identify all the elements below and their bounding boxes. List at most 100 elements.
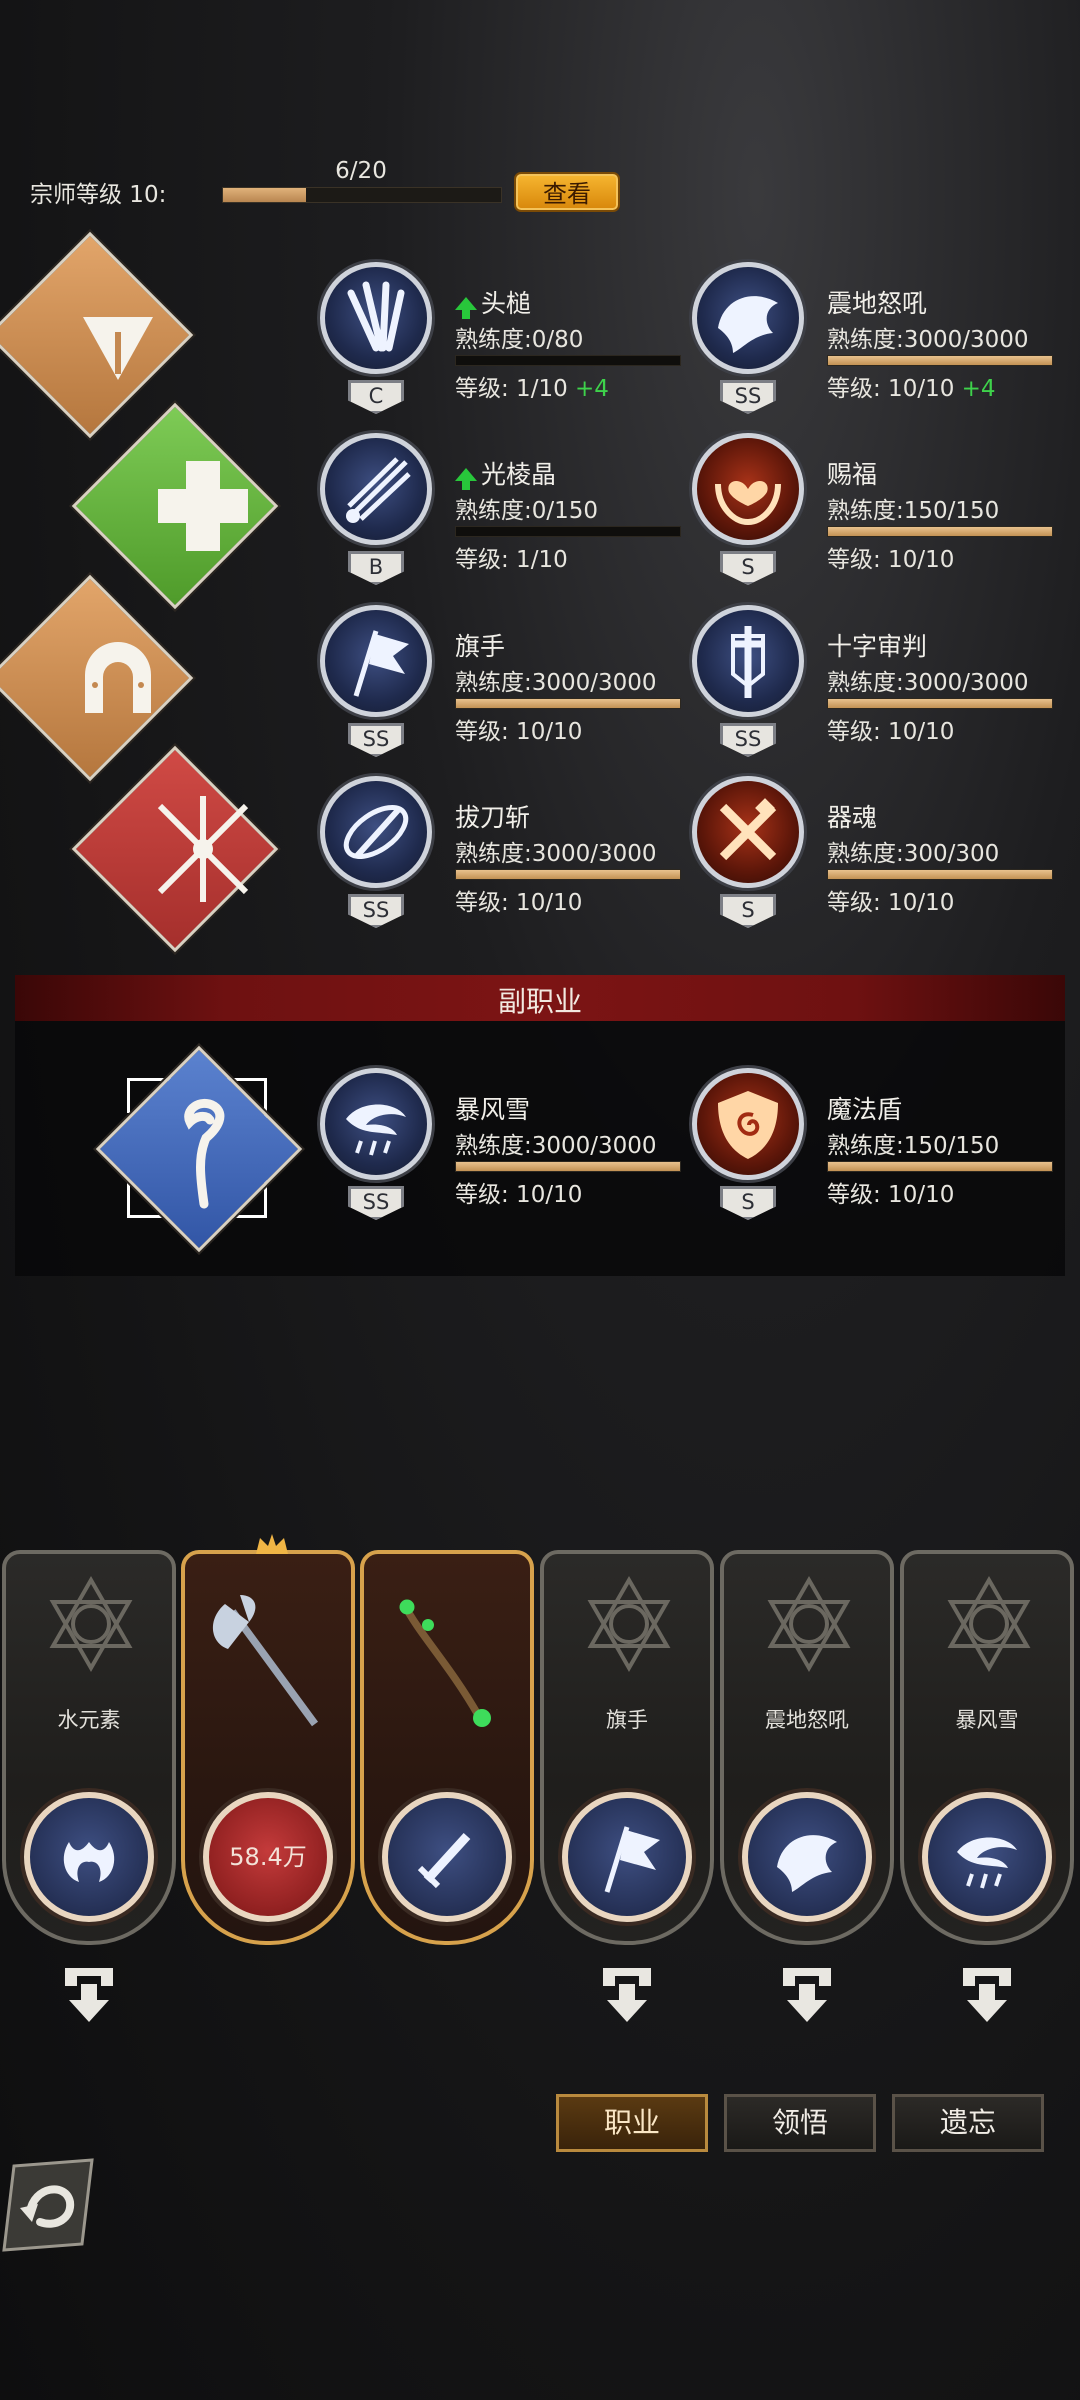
skill-name: 拔刀斩 — [455, 798, 530, 834]
skill-level: 等级: 10/10 — [827, 883, 954, 917]
earthquake-roar-icon — [777, 1835, 837, 1892]
skill-orb[interactable] — [320, 1068, 432, 1180]
horseshoe-icon — [85, 642, 151, 713]
skill-orb[interactable] — [320, 262, 432, 374]
skill-proficiency: 熟练度:150/150 — [827, 1133, 1000, 1159]
skill-orb[interactable] — [320, 433, 432, 545]
skill-proficiency: 熟练度:3000/3000 — [455, 841, 657, 867]
proficiency-bar — [827, 869, 1053, 880]
proficiency-bar-fill — [828, 699, 1052, 708]
skill-level-text: 等级: 10/10 — [827, 1182, 955, 1208]
skill-orb[interactable] — [320, 605, 432, 717]
skill-level: 等级: 10/10 — [827, 540, 954, 574]
skill-level: 等级: 10/10 — [827, 712, 954, 746]
skill-orb[interactable] — [692, 433, 804, 545]
proficiency-bar — [827, 698, 1053, 709]
skill-level-text: 等级: 1/10 — [455, 376, 568, 402]
skill-orb[interactable] — [692, 605, 804, 717]
triangle-emblem-icon — [83, 317, 153, 380]
skill-name: 旗手 — [455, 627, 505, 663]
skill-level-text: 等级: 10/10 — [827, 890, 955, 916]
tab-comprehend[interactable]: 领悟 — [724, 2094, 876, 2152]
skill-level: 等级: 10/10 — [827, 1175, 954, 1209]
skill-orb[interactable] — [692, 1068, 804, 1180]
skill-level: 等级: 10/10 — [455, 712, 582, 746]
proficiency-bar-fill — [828, 870, 1052, 879]
level-bonus: +4 — [954, 376, 996, 402]
proficiency-bar — [827, 526, 1053, 537]
skill-name-text: 赐福 — [827, 460, 878, 489]
loadout-card-orb[interactable] — [382, 1792, 512, 1922]
sword-icon — [417, 1832, 471, 1889]
loadout-card[interactable]: 水元素 — [2, 1550, 176, 1945]
move-down-icon[interactable] — [597, 1962, 657, 2024]
back-arrow-icon[interactable] — [0, 2152, 96, 2252]
loadout-card-orb[interactable] — [562, 1792, 692, 1922]
skill-level-text: 等级: 1/10 — [455, 547, 568, 573]
skill-proficiency: 熟练度:0/150 — [455, 498, 599, 524]
skill-orb[interactable] — [692, 776, 804, 888]
skill-level: 等级: 10/10 — [455, 883, 582, 917]
skill-name: 头槌 — [455, 284, 531, 320]
loadout-card-label: 水元素 — [57, 1708, 121, 1732]
sword-slash-icon — [343, 805, 409, 860]
skill-proficiency: 熟练度:3000/3000 — [827, 670, 1029, 696]
move-down-icon[interactable] — [59, 1962, 119, 2024]
skill-name-text: 魔法盾 — [827, 1095, 903, 1124]
skill-name: 魔法盾 — [827, 1090, 902, 1126]
view-button[interactable]: 查看 — [514, 172, 620, 212]
skill-name: 暴风雪 — [455, 1090, 530, 1126]
magic-staff-icon — [184, 1098, 225, 1209]
loadout-card[interactable]: 暴风雪 — [900, 1550, 1074, 1945]
blizzard-icon — [957, 1837, 1017, 1889]
grade-badge: B — [348, 551, 404, 585]
skill-name-text: 旗手 — [455, 632, 506, 661]
skill-name-text: 震地怒吼 — [827, 289, 928, 318]
loadout-card-orb[interactable]: 58.4万 — [203, 1792, 333, 1922]
skill-orb[interactable] — [692, 262, 804, 374]
move-down-icon[interactable] — [957, 1962, 1017, 2024]
proficiency-bar-fill — [456, 870, 680, 879]
hexagram-emblem-icon — [767, 1575, 851, 1673]
loadout-card[interactable]: 58.4万 — [181, 1534, 355, 1945]
skill-name-text: 拔刀斩 — [455, 803, 531, 832]
loadout-card[interactable]: 旗手 — [540, 1550, 714, 1945]
skill-orb[interactable] — [320, 776, 432, 888]
proficiency-bar — [455, 698, 681, 709]
loadout-card[interactable] — [360, 1550, 534, 1945]
headbutt-icon — [347, 281, 405, 352]
loadout-card-orb[interactable] — [922, 1792, 1052, 1922]
loadout-card-label: 旗手 — [606, 1708, 648, 1732]
skill-level-text: 等级: 10/10 — [827, 719, 955, 745]
prism-crystal-icon — [346, 457, 411, 523]
hexagram-emblem-icon — [587, 1575, 671, 1673]
skill-proficiency: 熟练度:300/300 — [827, 841, 1000, 867]
loadout-card-orb[interactable] — [24, 1792, 154, 1922]
skill-level: 等级: 1/10 — [455, 540, 568, 574]
loadout-card-label: 暴风雪 — [955, 1708, 1019, 1732]
skill-name: 十字审判 — [827, 627, 927, 663]
crossed-swords-icon — [157, 796, 249, 902]
skill-level-text: 等级: 10/10 — [455, 890, 583, 916]
tab-forget[interactable]: 遗忘 — [892, 2094, 1044, 2152]
loadout-card[interactable]: 震地怒吼 — [720, 1550, 894, 1945]
skill-level-text: 等级: 10/10 — [455, 719, 583, 745]
level-bonus: +4 — [567, 376, 609, 402]
grade-badge: SS — [720, 723, 776, 757]
proficiency-bar-fill — [828, 356, 1052, 365]
tab-profession[interactable]: 职业 — [556, 2094, 708, 2152]
blizzard-icon — [346, 1104, 406, 1156]
proficiency-bar-fill — [456, 699, 680, 708]
loadout-card-orb[interactable] — [742, 1792, 872, 1922]
proficiency-bar-fill — [456, 1162, 680, 1171]
flag-icon — [353, 630, 409, 697]
grandmaster-level-label: 宗师等级 10: — [30, 182, 167, 208]
skill-proficiency: 熟练度:0/80 — [455, 327, 584, 353]
proficiency-bar — [827, 1161, 1053, 1172]
grade-badge: SS — [348, 894, 404, 928]
proficiency-bar-fill — [828, 1162, 1052, 1171]
earthquake-roar-icon — [718, 296, 778, 353]
skill-name-text: 器魂 — [827, 803, 878, 832]
move-down-icon[interactable] — [777, 1962, 837, 2024]
skill-name: 赐福 — [827, 455, 877, 491]
